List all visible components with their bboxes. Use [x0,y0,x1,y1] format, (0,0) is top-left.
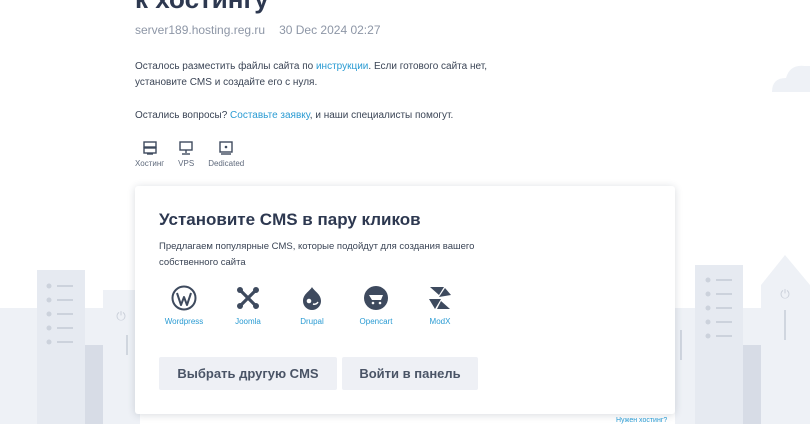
hosting-type-label: Хостинг [135,159,165,168]
server-name: server189.hosting.reg.ru [135,23,266,37]
hosting-type-label: Dedicated [208,159,245,168]
modx-icon [429,287,451,309]
wordpress-icon [171,285,197,311]
cms-label: Drupal [300,317,324,326]
server-datetime: 30 Dec 2024 02:27 [279,23,381,37]
joomla-icon [237,287,259,309]
server-meta: server189.hosting.reg.ru 30 Dec 2024 02:… [135,23,381,37]
opencart-icon [364,286,388,310]
cloud-shape [772,65,810,92]
cms-item-wordpress[interactable]: Wordpress [159,285,209,326]
choose-other-cms-button[interactable]: Выбрать другую CMS [159,357,337,390]
request-link[interactable]: Составьте заявку [230,110,310,121]
card-subtitle: Предлагаем популярные CMS, которые подой… [159,241,475,268]
page-title: к хостингу [135,0,269,15]
dedicated-icon [219,141,233,155]
cms-item-modx[interactable]: ModX [415,285,465,326]
left-buildings: ⏻ [0,270,140,424]
cms-label: Opencart [359,317,393,326]
cms-item-drupal[interactable]: Drupal [287,285,337,326]
cms-label: Wordpress [164,317,204,326]
cms-list: Wordpress Joomla Drupal Opencart ModX [159,285,479,326]
cms-label: ModX [429,317,451,326]
card-title: Установите CMS в пару кликов [159,210,421,229]
hosting-type-hosting[interactable]: Хостинг [135,140,164,168]
hosting-type-dedicated[interactable]: Dedicated [208,140,244,168]
right-buildings: ⏻ [675,255,810,424]
need-hosting-link[interactable]: Нужен хостинг? [616,417,667,424]
questions-text-2: , и наши специалисты помогут. [309,110,454,121]
cms-item-joomla[interactable]: Joomla [223,285,273,326]
drupal-icon [303,287,321,310]
hosting-type-label: VPS [178,159,195,168]
vps-icon [179,141,193,155]
hosting-types: Хостинг VPS Dedicated [135,140,258,168]
hosting-type-vps[interactable]: VPS [178,140,194,168]
cms-item-opencart[interactable]: Opencart [351,285,401,326]
cms-install-card: Установите CMS в пару кликов Предлагаем … [135,186,675,414]
login-panel-button[interactable]: Войти в панель [342,357,478,390]
intro-text-1: Осталось разместить файлы сайта по [135,61,316,72]
intro-paragraph: Осталось разместить файлы сайта по инстр… [135,59,505,91]
svg-text:⏻: ⏻ [116,309,126,323]
svg-text:⏻: ⏻ [780,287,790,301]
questions-text-1: Остались вопросы? [135,110,231,121]
hosting-icon [142,141,157,155]
instructions-link[interactable]: инструкции [316,61,368,72]
questions-paragraph: Остались вопросы? Составьте заявку, и на… [135,108,505,124]
cms-label: Joomla [235,317,261,326]
